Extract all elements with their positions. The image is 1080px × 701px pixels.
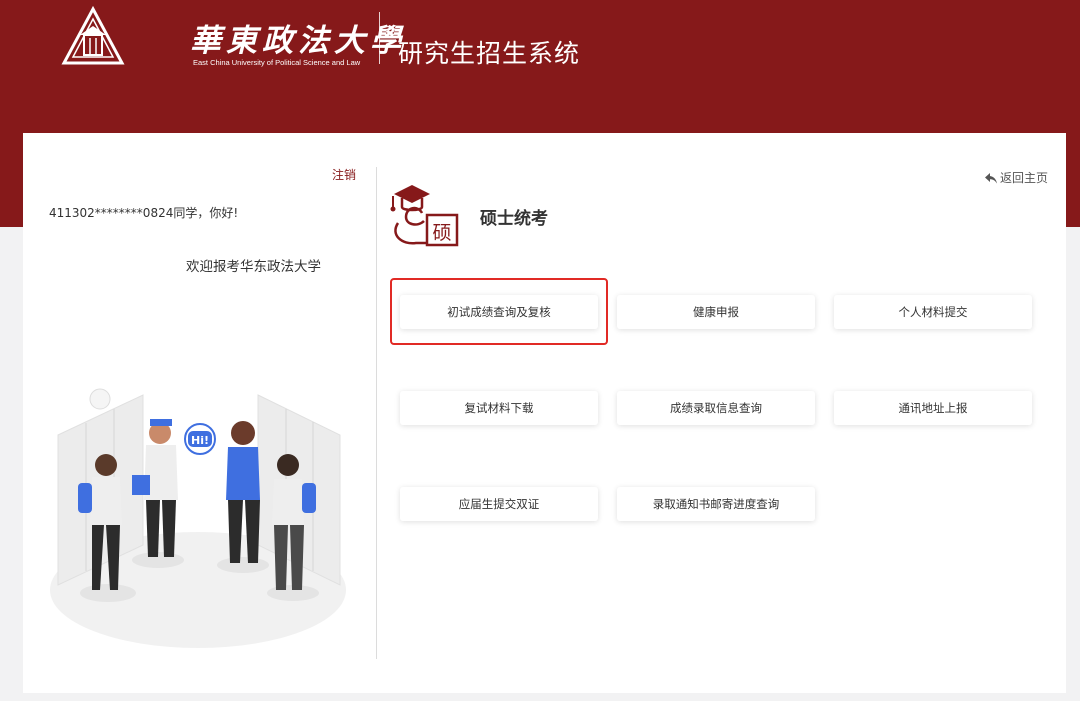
back-home-label: 返回主页	[1000, 171, 1049, 185]
logout-link[interactable]: 注销	[332, 166, 356, 183]
section-title: 硕士统考	[480, 209, 548, 229]
reply-arrow-icon	[985, 173, 997, 184]
university-english-name: East China University of Political Scien…	[193, 58, 361, 67]
admission-letter-tracking-button[interactable]: 录取通知书邮寄进度查询	[617, 487, 815, 521]
speech-bubble-text: Hi!	[191, 434, 209, 447]
university-logo: 華東政法大學 East China University of Politica…	[60, 5, 401, 71]
health-declaration-button[interactable]: 健康申报	[617, 295, 815, 329]
admission-info-query-button[interactable]: 成绩录取信息查询	[617, 391, 815, 425]
masters-degree-icon: 硕	[390, 185, 459, 247]
user-greeting: 411302********0824同学，你好!	[49, 206, 239, 220]
highlight-box	[390, 278, 608, 345]
students-illustration: Hi!	[50, 388, 346, 648]
welcome-text: 欢迎报考华东政法大学	[186, 259, 321, 275]
header-divider	[379, 12, 380, 64]
mailing-address-report-button[interactable]: 通讯地址上报	[834, 391, 1032, 425]
section-icon-label: 硕	[432, 222, 451, 244]
personal-materials-button[interactable]: 个人材料提交	[834, 295, 1032, 329]
graduate-certificates-submit-button[interactable]: 应届生提交双证	[400, 487, 598, 521]
system-title: 研究生招生系统	[398, 39, 581, 68]
university-name: 華東政法大學	[190, 23, 406, 59]
university-emblem-icon	[61, 5, 125, 65]
back-home-link[interactable]: 返回主页	[985, 169, 1048, 186]
panel-divider	[376, 167, 377, 659]
retest-materials-download-button[interactable]: 复试材料下载	[400, 391, 598, 425]
